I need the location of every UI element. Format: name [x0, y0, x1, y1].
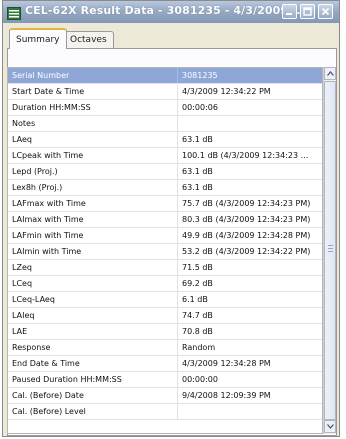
property-name-cell: Start Date & Time: [8, 84, 178, 99]
property-value-cell: Random: [182, 343, 216, 352]
close-button[interactable]: [318, 4, 333, 19]
property-name-cell: LAImin with Time: [8, 244, 178, 259]
property-name-cell: LCeq-LAeq: [8, 292, 178, 307]
maximize-icon: [303, 7, 312, 16]
tab-strip: Summary Octaves: [7, 28, 337, 49]
property-name-cell: LAE: [8, 324, 178, 339]
table-row[interactable]: LAImax with Time 80.3 dB (4/3/2009 12:34:…: [8, 212, 322, 228]
property-name-cell: LAeq: [8, 132, 178, 147]
vertical-scrollbar[interactable]: [323, 67, 336, 434]
table-row[interactable]: Start Date & Time 4/3/2009 12:34:22 PM: [8, 84, 322, 100]
table-row[interactable]: Duration HH:MM:SS 00:00:06: [8, 100, 322, 116]
thumb-grip: [328, 251, 333, 252]
property-name-cell: LAFmax with Time: [8, 196, 178, 211]
property-value-cell: 53.2 dB (4/3/2009 12:34:22 PM): [182, 247, 311, 256]
table-row[interactable]: LCeq 69.2 dB: [8, 276, 322, 292]
table-row[interactable]: LAFmax with Time 75.7 dB (4/3/2009 12:34:…: [8, 196, 322, 212]
property-value-cell: 74.7 dB: [182, 311, 213, 320]
table-row[interactable]: Response Random: [8, 340, 322, 356]
property-value-cell: 00:00:06: [182, 103, 218, 112]
result-grid: Serial Number 3081235 Start Date & Time 4/3…: [7, 67, 323, 434]
table-row[interactable]: Cal. (Before) Date 9/4/2008 12:09:39 PM: [8, 388, 322, 404]
chevron-up-icon: [327, 71, 334, 76]
table-row[interactable]: End Date & Time 4/3/2009 12:34:28 PM: [8, 356, 322, 372]
table-row[interactable]: Serial Number 3081235: [8, 68, 322, 84]
table-row[interactable]: LAImin with Time 53.2 dB (4/3/2009 12:34:…: [8, 244, 322, 260]
maximize-button[interactable]: [300, 4, 315, 19]
property-value-cell: 4/3/2009 12:34:28 PM: [182, 359, 271, 368]
property-value-cell: 63.1 dB: [182, 135, 213, 144]
property-name-cell: LAFmin with Time: [8, 228, 178, 243]
property-name-cell: Cal. (Before) Date: [8, 388, 178, 403]
property-name-cell: LAIeq: [8, 308, 178, 323]
property-name-cell: LCpeak with Time: [8, 148, 178, 163]
table-row[interactable]: LAE 70.8 dB: [8, 324, 322, 340]
table-row[interactable]: LAeq 63.1 dB: [8, 132, 322, 148]
property-name-cell: Duration HH:MM:SS: [8, 100, 178, 115]
property-value-cell: 63.1 dB: [182, 167, 213, 176]
property-name-cell: Paused Duration HH:MM:SS: [8, 372, 178, 387]
table-row[interactable]: LCeq-LAeq 6.1 dB: [8, 292, 322, 308]
property-value-cell: 80.3 dB (4/3/2009 12:34:23 PM): [182, 215, 311, 224]
property-value-cell: 4/3/2009 12:34:22 PM: [182, 87, 271, 96]
property-name-cell: Notes: [8, 116, 178, 131]
table-row[interactable]: LAIeq 74.7 dB: [8, 308, 322, 324]
property-name-cell: LZeq: [8, 260, 178, 275]
result-data-window: CEL-62X Result Data - 3081235 - 4/3/2009…: [2, 0, 340, 437]
property-value-cell: 6.1 dB: [182, 295, 208, 304]
table-row[interactable]: LAFmin with Time 49.9 dB (4/3/2009 12:34:…: [8, 228, 322, 244]
property-name-cell: End Date & Time: [8, 356, 178, 371]
tab-octaves[interactable]: Octaves: [63, 31, 114, 49]
minimize-button[interactable]: [282, 4, 297, 19]
table-row[interactable]: LCpeak with Time 100.1 dB (4/3/2009 12:34…: [8, 148, 322, 164]
window-title: CEL-62X Result Data - 3081235 - 4/3/2009…: [25, 4, 305, 17]
scrollbar-thumb[interactable]: [324, 81, 336, 420]
property-value-cell: 63.1 dB: [182, 183, 213, 192]
property-value-cell: 69.2 dB: [182, 279, 213, 288]
property-value-cell: 70.8 dB: [182, 327, 213, 336]
property-value-cell: 3081235: [182, 71, 218, 80]
property-name-cell: LCeq: [8, 276, 178, 291]
close-icon: [321, 7, 330, 16]
title-bar[interactable]: CEL-62X Result Data - 3081235 - 4/3/2009…: [3, 1, 339, 23]
property-value-cell: 71.5 dB: [182, 263, 213, 272]
chevron-down-icon: [327, 424, 334, 429]
thumb-grip: [328, 248, 333, 249]
property-name-cell: Lex8h (Proj.): [8, 180, 178, 195]
table-row[interactable]: Lepd (Proj.) 63.1 dB: [8, 164, 322, 180]
property-value-cell: 49.9 dB (4/3/2009 12:34:28 PM): [182, 231, 311, 240]
property-value-cell: [178, 116, 322, 131]
table-row[interactable]: Lex8h (Proj.) 63.1 dB: [8, 180, 322, 196]
property-value-cell: 75.7 dB (4/3/2009 12:34:23 PM): [182, 199, 311, 208]
table-row[interactable]: Cal. (Before) Level: [8, 404, 322, 420]
scroll-up-button[interactable]: [324, 67, 336, 80]
grid-icon: [7, 5, 21, 20]
table-row[interactable]: Notes: [8, 116, 322, 132]
thumb-grip: [328, 245, 333, 246]
scroll-down-button[interactable]: [324, 420, 336, 433]
property-value-cell: [178, 404, 322, 419]
table-row[interactable]: LZeq 71.5 dB: [8, 260, 322, 276]
property-name-cell: Response: [8, 340, 178, 355]
tab-summary[interactable]: Summary: [9, 28, 67, 49]
table-row[interactable]: Paused Duration HH:MM:SS 00:00:00: [8, 372, 322, 388]
property-name-cell: LAImax with Time: [8, 212, 178, 227]
property-value-cell: 100.1 dB (4/3/2009 12:34:23 ...: [182, 151, 309, 160]
property-value-cell: 9/4/2008 12:09:39 PM: [182, 391, 271, 400]
property-value-cell: 00:00:00: [182, 375, 218, 384]
property-name-cell: Lepd (Proj.): [8, 164, 178, 179]
property-name-cell: Serial Number: [8, 68, 178, 83]
property-name-cell: Cal. (Before) Level: [8, 404, 178, 419]
minimize-icon: [286, 13, 292, 15]
